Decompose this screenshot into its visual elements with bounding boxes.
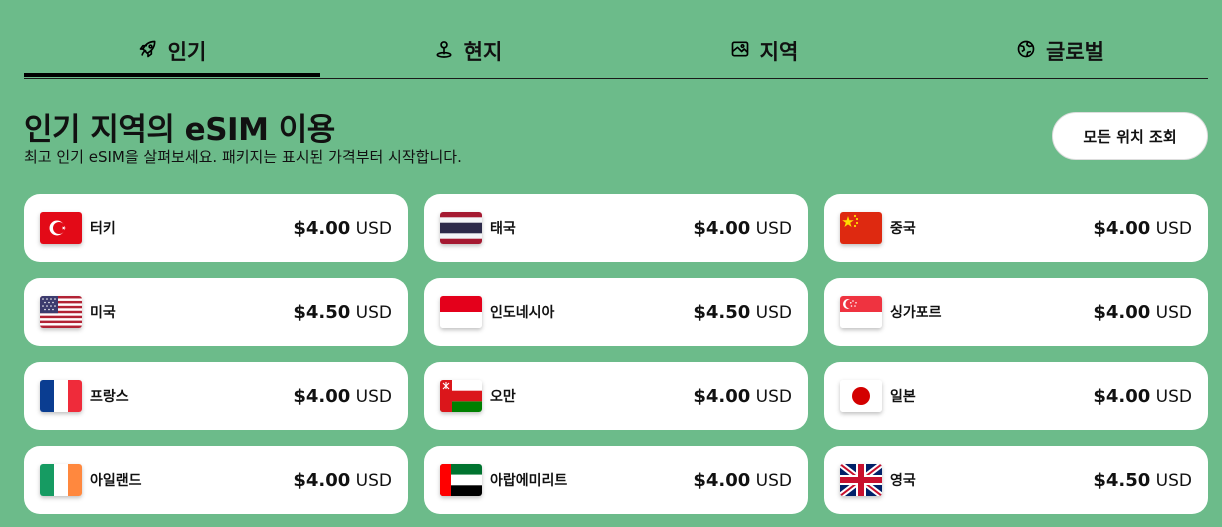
destination-card[interactable]: 아일랜드 $4.00 USD (24, 446, 408, 514)
destination-card[interactable]: 태국 $4.00 USD (424, 194, 808, 262)
country-name: 인도네시아 (490, 305, 555, 321)
price: $4.00 USD (293, 218, 392, 239)
singapore-flag-icon (840, 296, 882, 328)
destination-card[interactable]: 프랑스 $4.00 USD (24, 362, 408, 430)
destination-tabs: 인기 현지 지역 글로벌 (24, 28, 1208, 79)
destination-card[interactable]: 싱가포르 $4.00 USD (824, 278, 1208, 346)
tab-label: 인기 (167, 40, 207, 64)
price: $4.00 USD (1093, 386, 1192, 407)
price-amount: $4.00 (293, 385, 351, 407)
ireland-flag-icon (40, 464, 82, 496)
price-amount: $4.00 (1093, 301, 1151, 323)
thailand-flag-icon (440, 212, 482, 244)
destination-card[interactable]: 중국 $4.00 USD (824, 194, 1208, 262)
destination-card[interactable]: 영국 $4.50 USD (824, 446, 1208, 514)
france-flag-icon (40, 380, 82, 412)
price-amount: $4.00 (693, 217, 751, 239)
rocket-icon (138, 39, 158, 64)
tab-label: 글로벌 (1046, 40, 1104, 64)
page-subtitle: 최고 인기 eSIM을 살펴보세요. 패키지는 표시된 가격부터 시작합니다. (24, 148, 462, 166)
country-name: 오만 (490, 389, 516, 405)
turkey-flag-icon (40, 212, 82, 244)
tab-label: 지역 (759, 40, 799, 64)
price: $4.00 USD (1093, 218, 1192, 239)
page-title: 인기 지역의 eSIM 이용 (24, 112, 335, 148)
price: $4.50 USD (293, 302, 392, 323)
country-name: 프랑스 (90, 389, 129, 405)
price: $4.50 USD (693, 302, 792, 323)
indonesia-flag-icon (440, 296, 482, 328)
country-name: 미국 (90, 305, 116, 321)
price-currency: USD (1155, 386, 1192, 407)
destination-card[interactable]: 아랍에미리트 $4.00 USD (424, 446, 808, 514)
tab-popular[interactable]: 인기 (24, 28, 320, 77)
country-name: 싱가포르 (890, 305, 942, 321)
price-amount: $4.00 (693, 469, 751, 491)
price: $4.00 USD (693, 386, 792, 407)
price-currency: USD (1155, 470, 1192, 491)
price-currency: USD (1155, 302, 1192, 323)
destination-card[interactable]: 터키 $4.00 USD (24, 194, 408, 262)
map-icon (730, 39, 750, 64)
price-currency: USD (1155, 218, 1192, 239)
destination-card[interactable]: 미국 $4.50 USD (24, 278, 408, 346)
destination-card[interactable]: 인도네시아 $4.50 USD (424, 278, 808, 346)
globe-icon (1016, 39, 1036, 64)
price: $4.00 USD (1093, 302, 1192, 323)
country-name: 중국 (890, 221, 916, 237)
japan-flag-icon (840, 380, 882, 412)
china-flag-icon (840, 212, 882, 244)
price-currency: USD (355, 302, 392, 323)
destination-card[interactable]: 오만 $4.00 USD (424, 362, 808, 430)
price-currency: USD (355, 470, 392, 491)
country-name: 아랍에미리트 (490, 473, 568, 489)
price-amount: $4.50 (693, 301, 751, 323)
price-currency: USD (755, 386, 792, 407)
oman-flag-icon (440, 380, 482, 412)
price-currency: USD (755, 218, 792, 239)
tab-global[interactable]: 글로벌 (912, 28, 1208, 74)
price: $4.00 USD (293, 470, 392, 491)
price-amount: $4.00 (1093, 385, 1151, 407)
tab-local[interactable]: 현지 (320, 28, 616, 74)
price-amount: $4.00 (293, 469, 351, 491)
price-amount: $4.00 (293, 217, 351, 239)
country-name: 일본 (890, 389, 916, 405)
price-amount: $4.50 (293, 301, 351, 323)
location-pin-icon (434, 39, 454, 64)
price: $4.00 USD (693, 218, 792, 239)
country-name: 영국 (890, 473, 916, 489)
price: $4.00 USD (693, 470, 792, 491)
price-amount: $4.00 (1093, 217, 1151, 239)
price: $4.00 USD (293, 386, 392, 407)
price-currency: USD (755, 470, 792, 491)
uk-flag-icon (840, 464, 882, 496)
price-amount: $4.50 (1093, 469, 1151, 491)
tab-regional[interactable]: 지역 (616, 28, 912, 74)
uae-flag-icon (440, 464, 482, 496)
view-all-locations-button[interactable]: 모든 위치 조회 (1052, 112, 1208, 160)
country-name: 터키 (90, 221, 116, 237)
country-name: 태국 (490, 221, 516, 237)
destination-card[interactable]: 일본 $4.00 USD (824, 362, 1208, 430)
price-currency: USD (355, 386, 392, 407)
country-name: 아일랜드 (90, 473, 142, 489)
price-currency: USD (355, 218, 392, 239)
tab-label: 현지 (463, 40, 503, 64)
usa-flag-icon (40, 296, 82, 328)
price: $4.50 USD (1093, 470, 1192, 491)
price-currency: USD (755, 302, 792, 323)
price-amount: $4.00 (693, 385, 751, 407)
